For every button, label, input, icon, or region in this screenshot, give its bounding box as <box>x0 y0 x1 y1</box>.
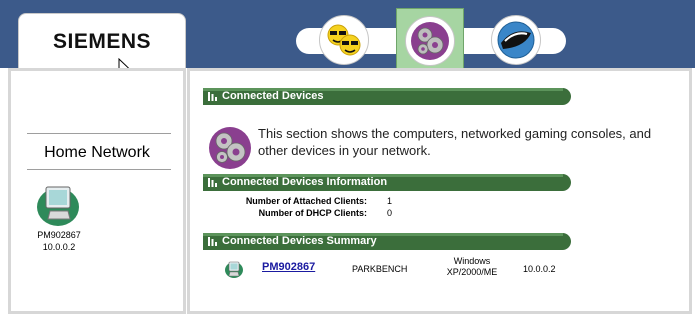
sidebar-device-name: PM902867 <box>37 230 81 240</box>
icon-tab-bar <box>296 8 566 72</box>
attached-clients-value: 1 <box>387 196 393 206</box>
divider <box>27 169 171 170</box>
header-bar: SIEMENS <box>0 0 695 78</box>
summary-os: Windows XP/2000/ME <box>442 256 502 278</box>
siemens-logo: SIEMENS <box>52 30 152 53</box>
globe-icon <box>497 21 535 59</box>
section-bars-icon <box>208 178 217 187</box>
gears-icon <box>209 127 251 169</box>
summary-host: PARKBENCH <box>352 264 408 274</box>
summary-os-line1: Windows <box>453 256 491 266</box>
section-title: Connected Devices Information <box>222 176 388 188</box>
summary-os-line2: XP/2000/ME <box>446 267 498 277</box>
computer-icon[interactable] <box>224 259 244 279</box>
sidebar-panel: Home Network PM902867 10.0.0.2 <box>8 68 186 314</box>
sidebar-device-label[interactable]: PM902867 10.0.0.2 <box>29 229 89 253</box>
dhcp-clients-value: 0 <box>387 208 393 218</box>
section-bars-icon <box>208 92 217 101</box>
divider <box>27 133 171 134</box>
devices-tab[interactable] <box>396 8 464 72</box>
section-bar-connected-devices: Connected Devices <box>203 88 571 105</box>
home-tab[interactable]: SIEMENS <box>18 13 186 69</box>
home-network-title: Home Network <box>44 144 150 161</box>
users-tab[interactable] <box>317 13 371 65</box>
users-icon <box>327 24 361 56</box>
main-panel: Connected Devices This section shows the… <box>187 68 692 314</box>
gears-icon <box>411 22 449 60</box>
computer-icon[interactable] <box>35 181 81 227</box>
sidebar-device-ip: 10.0.0.2 <box>42 242 76 252</box>
summary-device-link[interactable]: PM902867 <box>262 261 315 273</box>
section-bars-icon <box>208 237 217 246</box>
summary-ip: 10.0.0.2 <box>523 264 556 274</box>
internet-tab[interactable] <box>489 13 543 65</box>
intro-text: This section shows the computers, networ… <box>258 126 652 158</box>
dhcp-clients-label: Number of DHCP Clients: <box>258 208 367 218</box>
section-title: Connected Devices <box>222 90 324 102</box>
section-title: Connected Devices Summary <box>222 235 377 247</box>
attached-clients-label: Number of Attached Clients: <box>245 196 367 206</box>
section-bar-devices-summary: Connected Devices Summary <box>203 233 571 250</box>
section-bar-devices-information: Connected Devices Information <box>203 174 571 191</box>
